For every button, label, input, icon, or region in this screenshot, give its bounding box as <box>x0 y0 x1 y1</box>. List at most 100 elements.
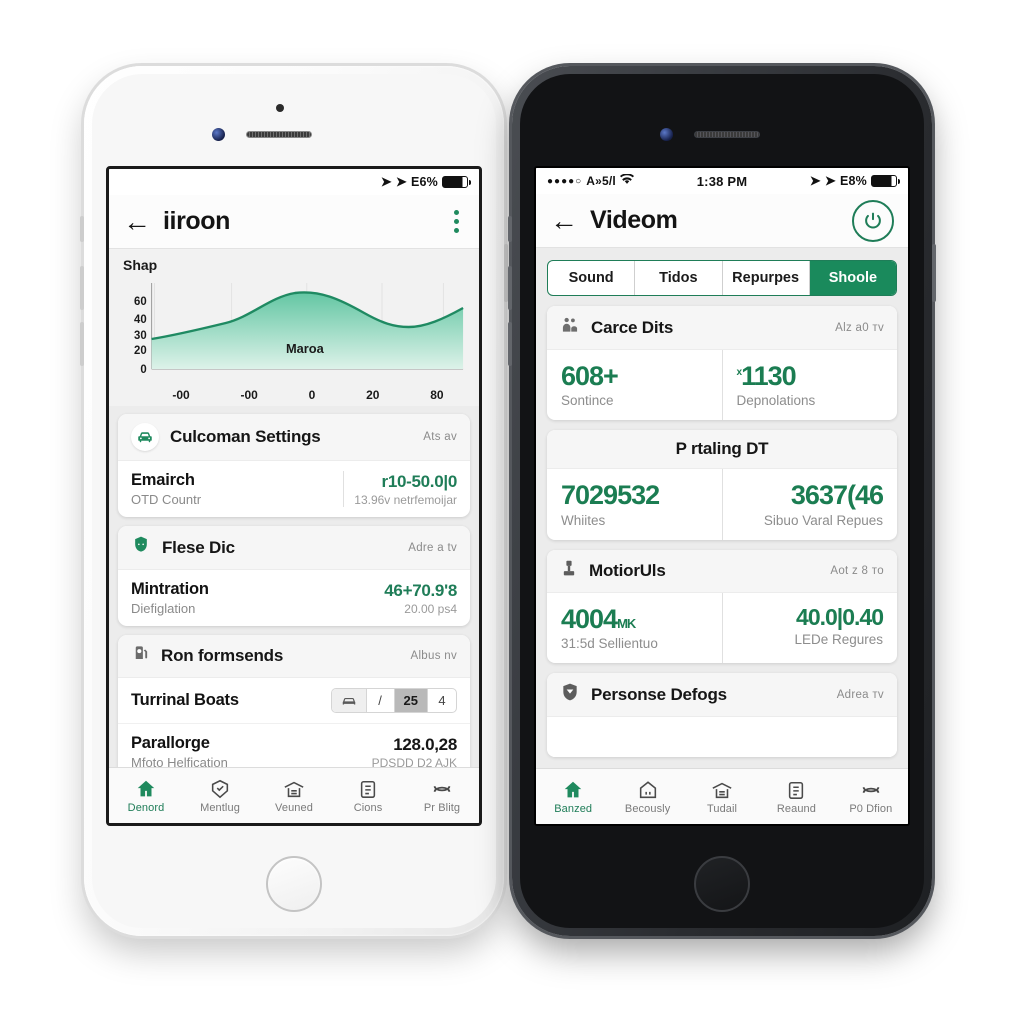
card-title: Carce Dits <box>591 317 674 337</box>
row-value: r10-50.0|0 <box>381 471 458 491</box>
stat-cell: 608+ Sontince <box>547 350 722 420</box>
list-item[interactable]: Mintration Diefiglation 46+70.9'8 20.00 … <box>118 570 470 626</box>
tab-pr-blitg[interactable]: Pr Blitg <box>405 778 479 814</box>
power-refresh-icon[interactable] <box>852 199 894 242</box>
location-arrow-icon: ➤ <box>809 173 821 188</box>
tab-tudail[interactable]: Tudail <box>685 779 759 815</box>
left-card-list: Culcoman Settings Ats av Emairch OTD Cou… <box>109 406 479 780</box>
volume-down-button[interactable] <box>80 322 84 366</box>
tab-label: Denord <box>127 801 165 814</box>
card-header[interactable]: MotiorUls Aot z 8 тo <box>547 549 897 593</box>
row-right: 46+70.9'8 20.00 ps4 <box>384 581 457 616</box>
home-button[interactable] <box>694 856 750 912</box>
tab-label: Cions <box>353 801 383 814</box>
tab-sound[interactable]: Sound <box>548 261 636 295</box>
card-header[interactable]: Personse Defogs Adrea тv <box>547 673 897 718</box>
row-right: r10-50.0|0 13.96v netrfemoijar <box>354 472 457 507</box>
card-action-label[interactable]: Adrea тv <box>837 689 884 701</box>
row-left: Turrinal Boats <box>131 691 321 710</box>
card-ron-formsends[interactable]: Ron formsends Albus nv Turrinal Boats / … <box>118 635 470 780</box>
tab-p0-dfion[interactable]: P0 Dfion <box>834 779 908 815</box>
row-value-sub: 20.00 ps4 <box>404 601 457 616</box>
tab-becously[interactable]: Becously <box>610 779 684 815</box>
volume-up-button[interactable] <box>80 266 84 310</box>
row-value: 128.0,28 <box>393 734 457 754</box>
silent-switch[interactable] <box>80 216 84 242</box>
segment-4[interactable]: 4 <box>428 689 456 712</box>
carrier-label: A»5/l <box>586 174 616 188</box>
stat-number: 1130 <box>741 361 797 391</box>
stat-body: 608+ Sontince x1130 Depnolations <box>547 350 897 421</box>
card-flese-dic[interactable]: Flese Dic Adre a tv Mintration Diefiglat… <box>118 526 470 626</box>
kebab-menu-icon[interactable] <box>448 206 465 237</box>
segment-slash[interactable]: / <box>367 689 395 712</box>
volume-down-button[interactable] <box>508 322 512 366</box>
card-action-label[interactable]: Ats av <box>423 431 457 443</box>
tab-veuned[interactable]: Veuned <box>257 778 331 814</box>
left-content-area: Shap 0 20 30 40 60 Maroa -00 -00 0 20 80… <box>109 249 479 823</box>
tab-label: Reaund <box>776 802 816 815</box>
card-header[interactable]: Carce Dits Alz a0 тv <box>547 306 897 350</box>
check-tag-icon <box>211 779 229 798</box>
power-button[interactable] <box>932 244 936 302</box>
tab-denord[interactable]: Denord <box>109 778 183 814</box>
right-statusbar-left: ●●●●○ A»5/l <box>547 173 697 188</box>
card-carce-dits[interactable]: Carce Dits Alz a0 тv 608+ Sontince x1130 <box>547 306 897 421</box>
car-icon[interactable] <box>331 689 367 712</box>
front-camera-icon <box>212 128 225 141</box>
tab-banzed[interactable]: Banzed <box>536 779 610 815</box>
segment-25[interactable]: 25 <box>394 689 428 712</box>
segmented-control[interactable]: / 25 4 <box>330 688 457 713</box>
card-personse-defogs[interactable]: Personse Defogs Adrea тv <box>547 673 897 758</box>
chart-area-fill <box>151 292 464 369</box>
battery-icon <box>442 176 471 188</box>
card-prtaling-dt[interactable]: P rtaling DT 7029532 Whiites 3637(46 Sib… <box>547 430 897 540</box>
svg-text:40: 40 <box>134 314 147 326</box>
row-title: Turrinal Boats <box>131 691 239 709</box>
right-navbar: ← Videom <box>536 194 908 248</box>
stat-value: 7029532 <box>561 480 660 511</box>
back-arrow-icon[interactable]: ← <box>550 206 578 235</box>
list-item[interactable]: Emairch OTD Countr r10-50.0|0 13.96v net… <box>118 461 470 517</box>
people-icon <box>560 315 580 340</box>
battery-percent-label: E6% <box>410 175 438 189</box>
earpiece-speaker <box>246 131 312 138</box>
tab-label: P0 Dfion <box>849 802 893 815</box>
card-header[interactable]: P rtaling DT <box>547 430 897 470</box>
tab-reaund[interactable]: Reaund <box>759 779 833 815</box>
card-action-label[interactable]: Aot z 8 тo <box>830 565 884 577</box>
card-action-label[interactable]: Alz a0 тv <box>835 322 884 334</box>
tab-cions[interactable]: Cions <box>331 778 405 814</box>
card-header[interactable]: Flese Dic Adre a tv <box>118 526 470 570</box>
chart-xaxis: -00 -00 0 20 80 <box>117 387 469 402</box>
stat-body: 4004MK 31:5d Sellientuo 40.0|0.40 LEDe R… <box>547 592 897 664</box>
tab-label: Tudail <box>706 802 738 815</box>
card-action-label[interactable]: Albus nv <box>410 650 457 662</box>
tab-mentlug[interactable]: Mentlug <box>183 778 257 814</box>
volume-up-button[interactable] <box>508 266 512 310</box>
tab-shoole[interactable]: Shoole <box>809 261 896 295</box>
card-action-label[interactable]: Adre a tv <box>408 542 457 554</box>
row-subtitle: OTD Countr <box>131 492 202 507</box>
pump-icon <box>560 559 578 583</box>
stat-label: LEDe Regures <box>794 631 883 647</box>
tab-tidos[interactable]: Tidos <box>635 261 723 295</box>
stat-cell: 7029532 Whiites <box>547 469 722 539</box>
back-arrow-icon[interactable]: ← <box>123 207 151 236</box>
card-header[interactable]: Culcoman Settings Ats av <box>118 414 470 461</box>
tab-repurpes[interactable]: Repurpes <box>723 261 810 295</box>
silent-switch[interactable] <box>508 216 512 242</box>
row-left: Emairch OTD Countr <box>131 471 333 507</box>
right-phone-screen: ●●●●○ A»5/l 1:38 PM ➤ ➤ E8% ← Videom Sou… <box>534 166 910 826</box>
card-header[interactable]: Ron formsends Albus nv <box>118 635 470 678</box>
card-culcoman-settings[interactable]: Culcoman Settings Ats av Emairch OTD Cou… <box>118 414 470 517</box>
sync-icon <box>433 785 451 792</box>
right-statusbar: ●●●●○ A»5/l 1:38 PM ➤ ➤ E8% <box>536 168 908 194</box>
sync-icon <box>862 786 880 793</box>
segmented-tabs[interactable]: Sound Tidos Repurpes Shoole <box>547 260 897 296</box>
car-icon <box>131 423 159 451</box>
wifi-icon <box>619 173 634 188</box>
home-button[interactable] <box>266 856 322 912</box>
card-motioruls[interactable]: MotiorUls Aot z 8 тo 4004MK 31:5d Sellie… <box>547 549 897 664</box>
list-item[interactable]: Turrinal Boats / 25 4 <box>118 678 470 724</box>
